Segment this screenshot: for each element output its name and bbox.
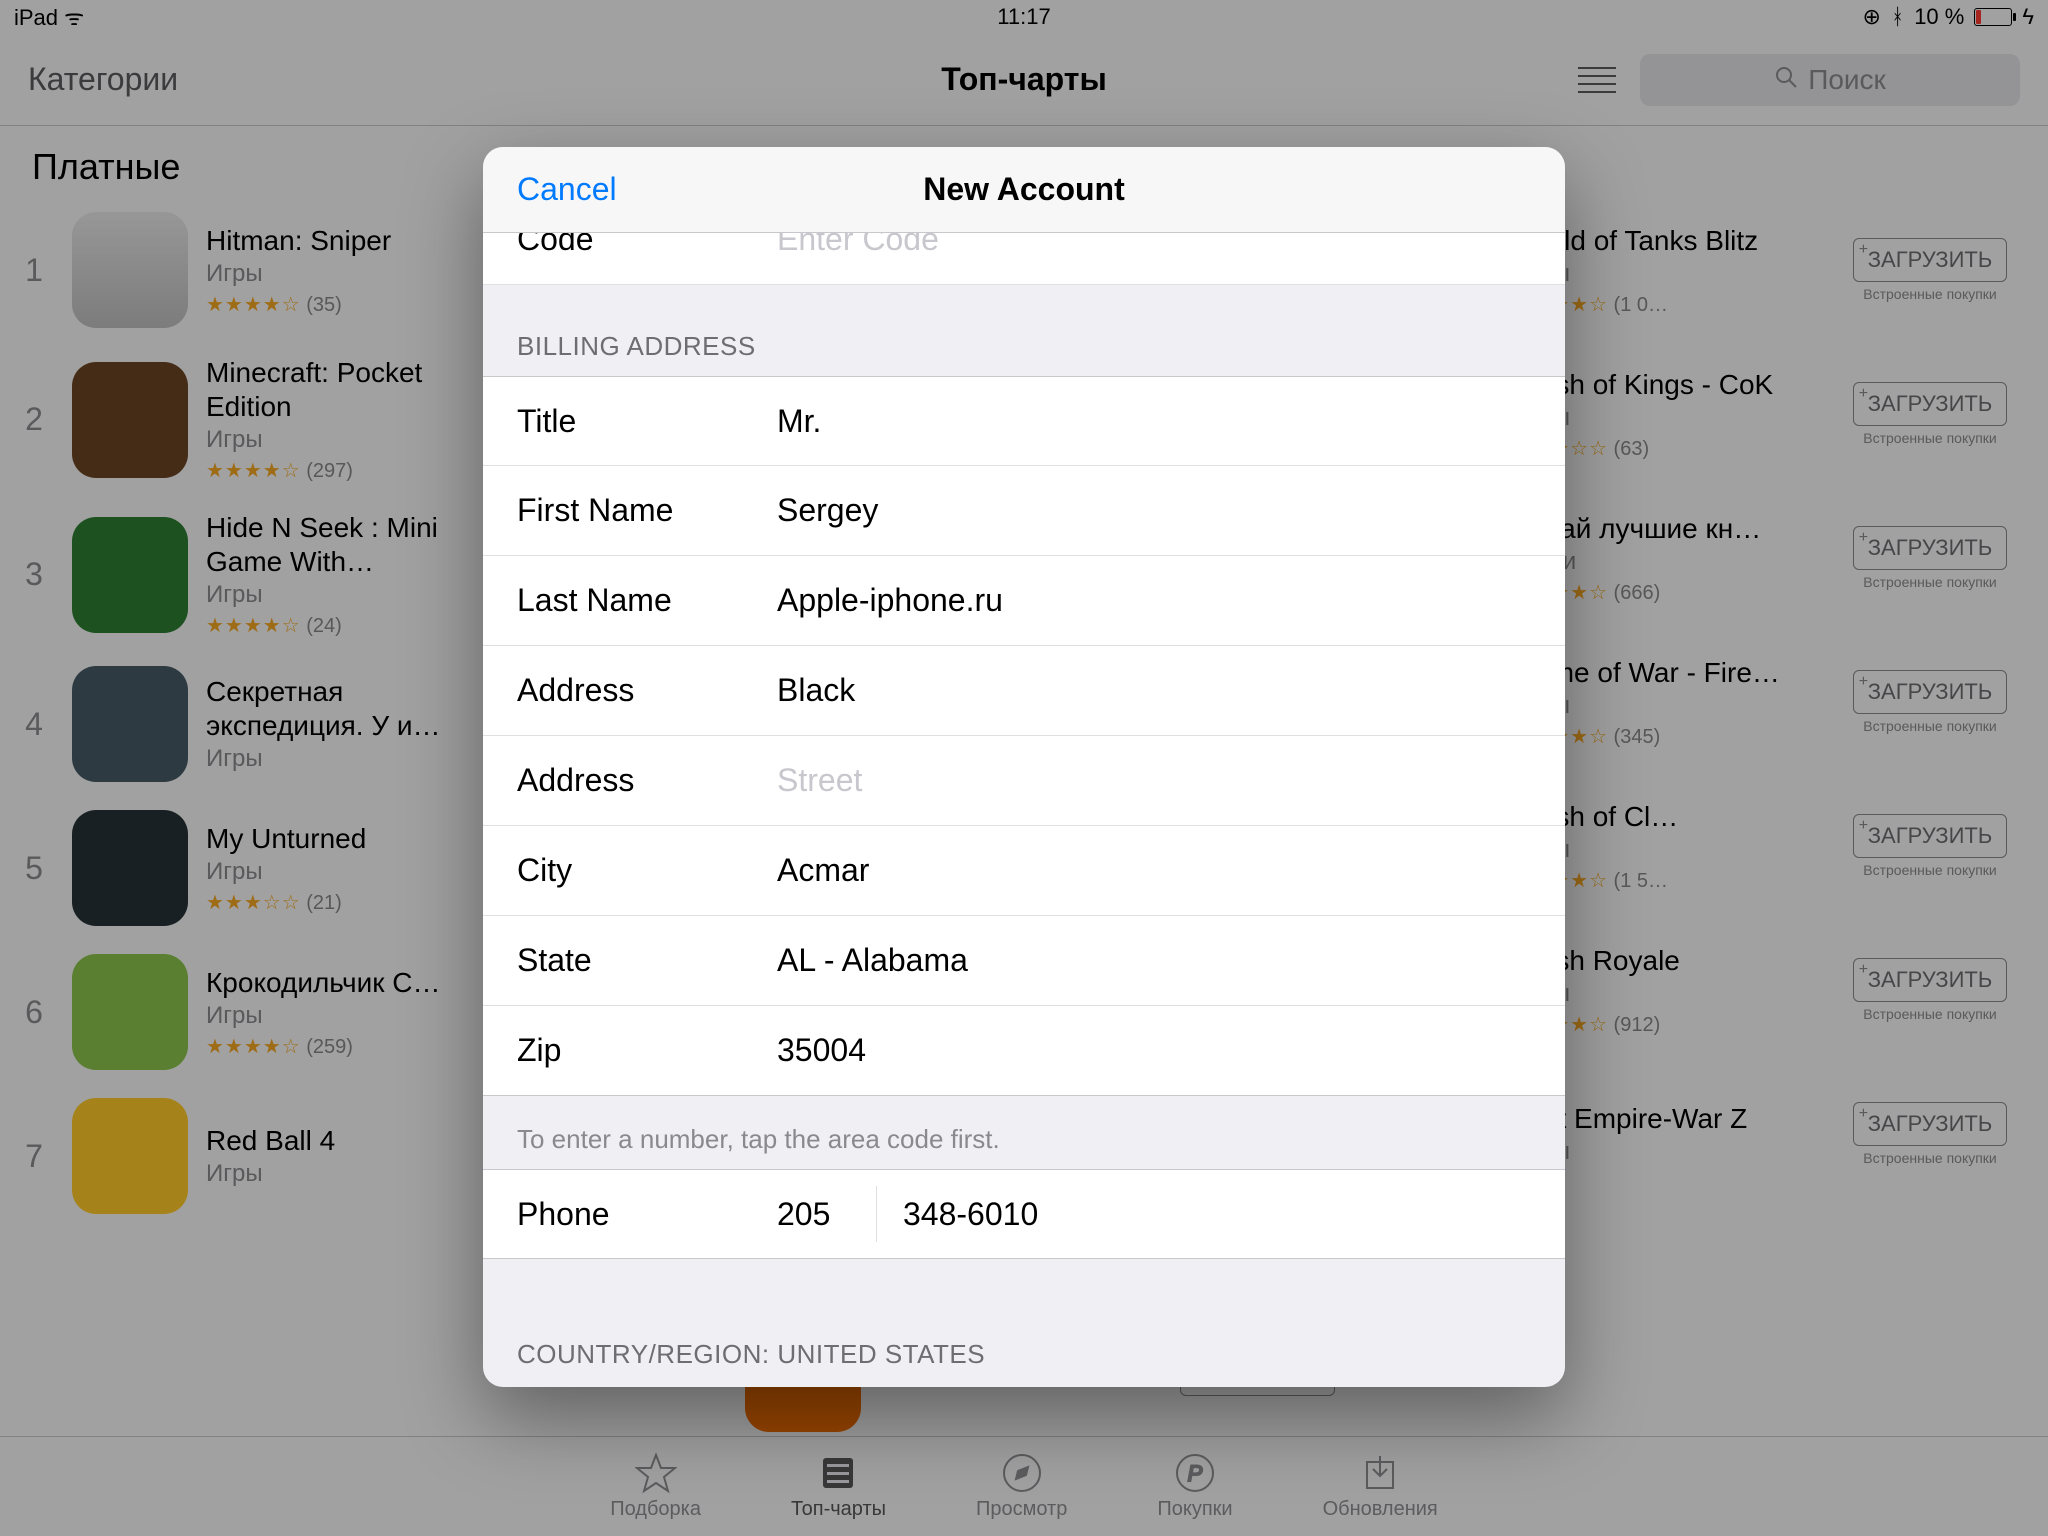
address2-field[interactable]: Address Street — [483, 736, 1565, 826]
phone-field[interactable]: Phone 205 348-6010 — [483, 1169, 1565, 1259]
code-input[interactable]: Enter Code — [777, 233, 1531, 258]
phone-hint: To enter a number, tap the area code fir… — [483, 1096, 1565, 1169]
first-name-field[interactable]: First Name Sergey — [483, 466, 1565, 556]
area-code-input[interactable]: 205 — [777, 1186, 877, 1242]
modal-header: Cancel New Account — [483, 147, 1565, 233]
title-field[interactable]: Title Mr. — [483, 376, 1565, 466]
country-region-label: COUNTRY/REGION: UNITED STATES — [483, 1259, 1565, 1384]
zip-field[interactable]: Zip 35004 — [483, 1006, 1565, 1096]
new-account-modal: Cancel New Account Code Enter Code BILLI… — [483, 147, 1565, 1387]
city-field[interactable]: City Acmar — [483, 826, 1565, 916]
modal-title: New Account — [923, 171, 1125, 208]
code-field[interactable]: Code Enter Code — [483, 233, 1565, 285]
phone-number-input[interactable]: 348-6010 — [903, 1196, 1531, 1233]
last-name-field[interactable]: Last Name Apple-iphone.ru — [483, 556, 1565, 646]
cancel-button[interactable]: Cancel — [517, 171, 617, 208]
state-field[interactable]: State AL - Alabama — [483, 916, 1565, 1006]
billing-address-header: BILLING ADDRESS — [483, 285, 1565, 376]
address1-field[interactable]: Address Black — [483, 646, 1565, 736]
